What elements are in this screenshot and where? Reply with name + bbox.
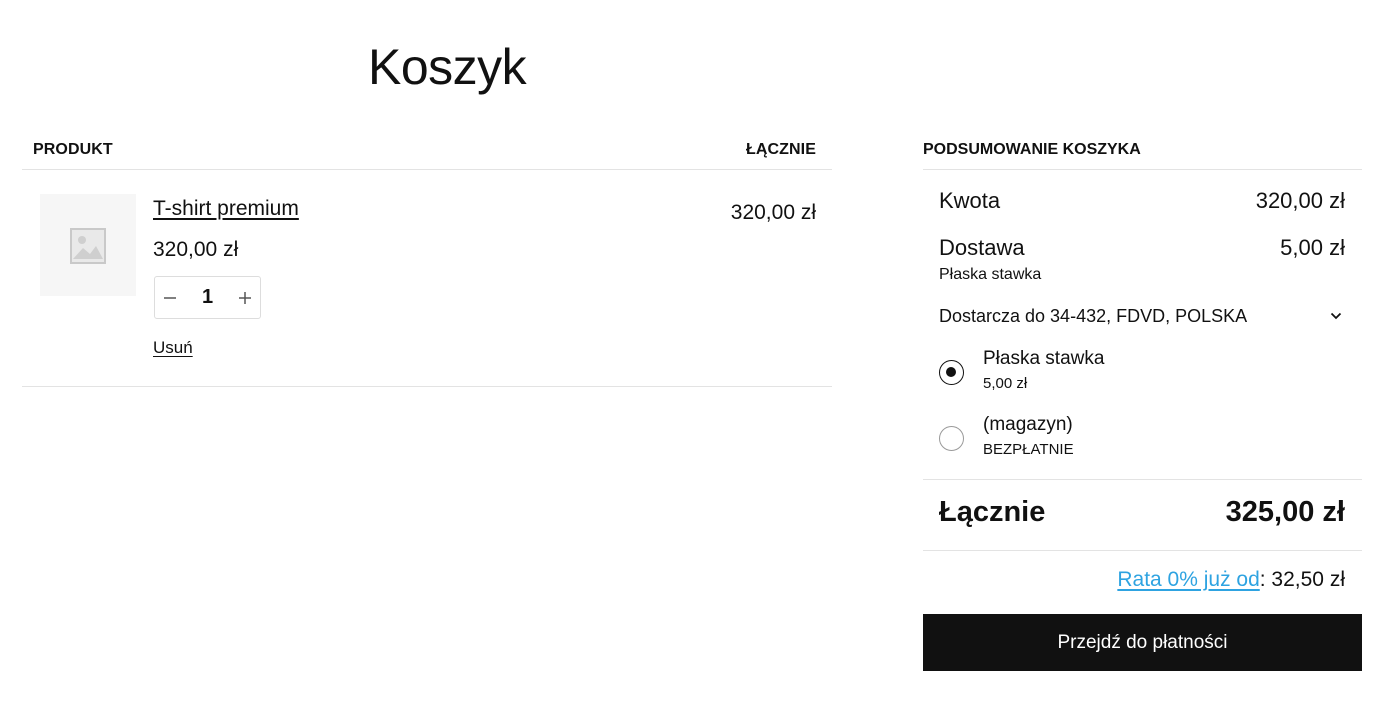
shipping-option-price: BEZPŁATNIE	[983, 441, 1074, 458]
quantity-decrease-button[interactable]	[155, 277, 185, 318]
quantity-increase-button[interactable]	[230, 277, 260, 318]
quantity-stepper: 1	[154, 276, 261, 319]
cart-table-header: PRODUKT ŁĄCZNIE	[22, 130, 832, 170]
subtotal-value: 320,00 zł	[1255, 188, 1345, 213]
page-title: Koszyk	[368, 39, 527, 95]
shipping-method: Płaska stawka	[939, 266, 1042, 283]
product-thumbnail[interactable]	[40, 194, 136, 296]
shipping-option-name: (magazyn)	[983, 414, 1073, 435]
product-unit-price: 320,00 zł	[153, 238, 239, 261]
shipping-destination[interactable]: Dostarcza do 34-432, FDVD, POLSKA	[939, 306, 1247, 327]
subtotal-label: Kwota	[939, 188, 1001, 213]
cart-summary-header: PODSUMOWANIE KOSZYKA	[923, 130, 1362, 170]
cart-item-row: T-shirt premium 320,00 zł 1 Usuń 320,00 …	[22, 170, 832, 387]
shipping-label: Dostawa	[939, 235, 1025, 260]
shipping-option-radio-warehouse[interactable]	[939, 426, 964, 451]
order-total-value: 325,00 zł	[1225, 496, 1345, 528]
divider	[923, 550, 1362, 551]
quantity-input[interactable]: 1	[185, 286, 230, 309]
cart-table: PRODUKT ŁĄCZNIE T-shirt premium 320,00 z…	[22, 130, 832, 387]
installment-link[interactable]: Rata 0% już od	[1117, 568, 1259, 591]
column-header-total: ŁĄCZNIE	[745, 141, 816, 158]
column-header-product: PRODUKT	[33, 141, 113, 158]
shipping-option-name: Płaska stawka	[983, 348, 1105, 369]
checkout-button[interactable]: Przejdź do płatności	[923, 614, 1362, 671]
cart-summary: PODSUMOWANIE KOSZYKA Kwota 320,00 zł Dos…	[923, 130, 1362, 671]
shipping-option-radio-flat-rate[interactable]	[939, 360, 964, 385]
minus-icon	[164, 296, 176, 299]
shipping-value: 5,00 zł	[1280, 235, 1345, 260]
installment-amount: : 32,50 zł	[1259, 568, 1345, 591]
chevron-down-icon[interactable]	[1330, 312, 1342, 320]
cart-summary-title: PODSUMOWANIE KOSZYKA	[923, 141, 1141, 158]
product-name-link[interactable]: T-shirt premium	[153, 197, 299, 221]
line-total: 320,00 zł	[730, 201, 816, 224]
order-total-label: Łącznie	[939, 496, 1046, 528]
plus-icon	[239, 291, 251, 304]
divider	[923, 479, 1362, 480]
remove-item-link[interactable]: Usuń	[153, 338, 193, 358]
installment-info: Rata 0% już od: 32,50 zł	[1117, 568, 1345, 592]
image-placeholder-icon	[70, 228, 106, 264]
shipping-option-price: 5,00 zł	[983, 375, 1028, 392]
